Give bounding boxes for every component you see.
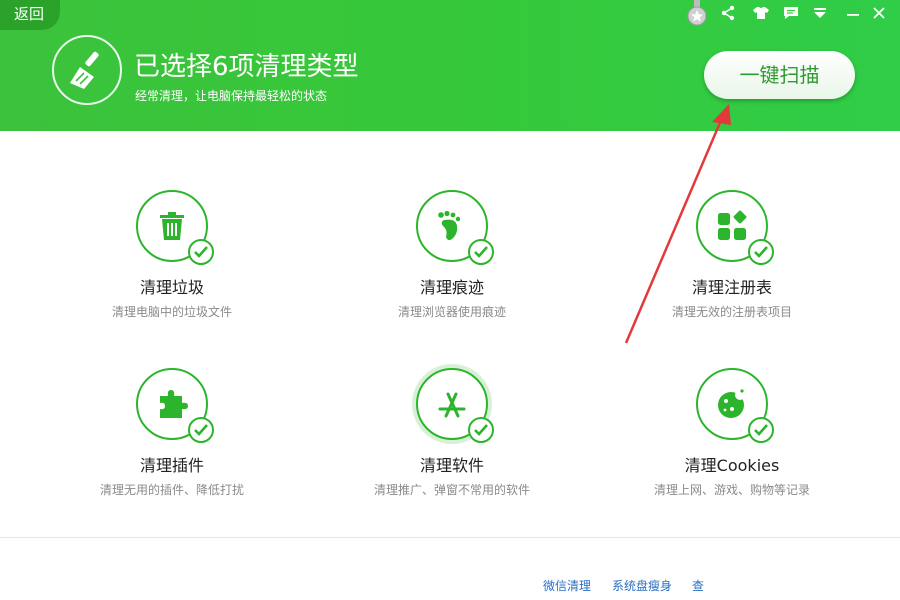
footer-fade xyxy=(700,566,900,600)
check-icon[interactable] xyxy=(748,417,774,443)
item-label: 清理软件 xyxy=(419,456,484,475)
item-description: 清理无用的插件、降低打扰 xyxy=(99,483,244,497)
item-label: 清理插件 xyxy=(139,456,204,475)
message-icon[interactable] xyxy=(781,3,801,23)
wechat-clean-link[interactable]: 微信清理 xyxy=(543,577,591,594)
check-icon[interactable] xyxy=(188,417,214,443)
check-icon[interactable] xyxy=(188,239,214,265)
item-description: 清理上网、游戏、购物等记录 xyxy=(653,483,810,497)
one-click-scan-button[interactable]: 一键扫描 xyxy=(704,51,855,99)
item-label: 清理痕迹 xyxy=(419,278,484,297)
share-icon[interactable] xyxy=(718,3,738,23)
check-icon[interactable] xyxy=(468,239,494,265)
item-description: 清理浏览器使用痕迹 xyxy=(397,305,506,319)
item-description: 清理推广、弹窗不常用的软件 xyxy=(373,483,530,497)
page-title: 已选择6项清理类型 xyxy=(134,52,359,82)
check-icon[interactable] xyxy=(748,239,774,265)
header-banner: 返回 已选择6项清理类型 经常清理，让电脑保持最轻松的状态 一键扫描 xyxy=(0,0,900,131)
menu-icon[interactable] xyxy=(810,3,830,23)
system-disk-slim-link[interactable]: 系统盘瘦身 xyxy=(612,577,672,594)
check-icon[interactable] xyxy=(468,417,494,443)
broom-icon xyxy=(52,35,122,105)
back-button[interactable]: 返回 xyxy=(0,0,60,30)
page-subtitle: 经常清理，让电脑保持最轻松的状态 xyxy=(135,89,328,103)
minimize-icon[interactable] xyxy=(843,3,863,23)
medal-icon[interactable] xyxy=(686,0,708,28)
item-label: 清理垃圾 xyxy=(139,278,204,297)
item-description: 清理电脑中的垃圾文件 xyxy=(111,305,232,319)
close-icon[interactable] xyxy=(869,3,889,23)
item-label: 清理Cookies xyxy=(684,456,780,475)
item-description: 清理无效的注册表项目 xyxy=(671,305,792,319)
skin-icon[interactable] xyxy=(751,3,771,23)
footer-divider xyxy=(0,537,900,538)
item-label: 清理注册表 xyxy=(691,278,772,297)
